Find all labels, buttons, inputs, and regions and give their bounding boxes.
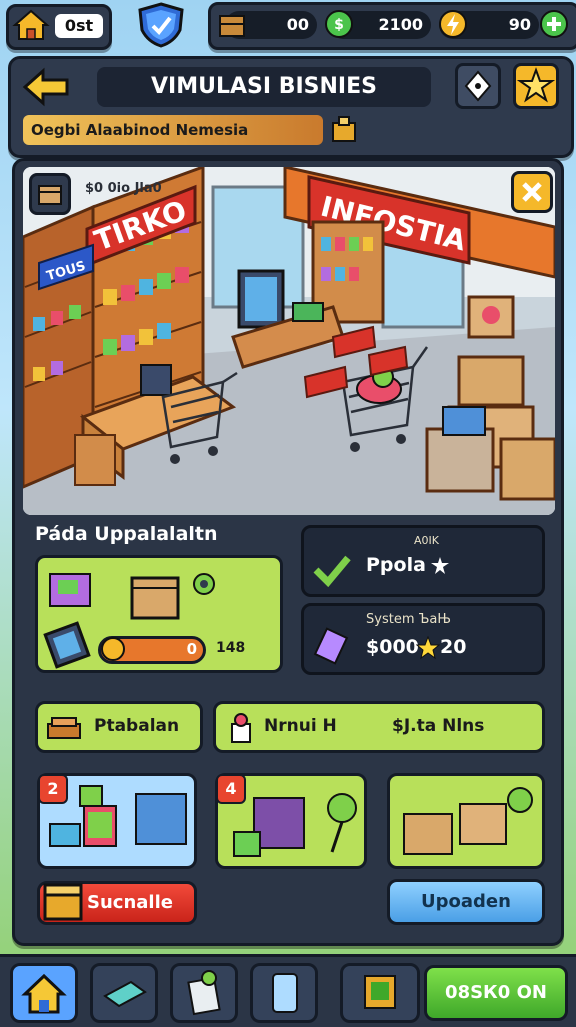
gold-star-icon: [416, 636, 440, 660]
scene-top-label: $0 0io Jla0: [85, 181, 162, 196]
tab-left-label: Ptabalan: [94, 716, 180, 736]
main-panel: TIRKO TOUS INFOSTIA $0 0io Jla0 Páda Upp…: [12, 158, 564, 946]
shield-icon[interactable]: [136, 2, 186, 48]
page-title: VIMULASI BISNIES: [97, 67, 431, 107]
item-card-3[interactable]: [387, 773, 545, 869]
hint-button[interactable]: [455, 63, 501, 109]
store-scene: TIRKO TOUS INFOSTIA $0 0io Jla0: [23, 167, 555, 515]
product-box-icon: [49, 573, 91, 607]
item-card-2[interactable]: 4: [215, 773, 367, 869]
subtitle-banner: Oegbi Alaabinod Nemesia: [23, 115, 323, 145]
system-card: System ЪaЊ $000 20: [301, 603, 545, 675]
check-icon: [313, 555, 351, 588]
cta-button[interactable]: 08SК0 ON: [424, 965, 568, 1021]
store-illustration: TIRKO TOUS INFOSTIA: [23, 167, 555, 515]
progress-value: 0: [186, 640, 197, 658]
box-icon: [38, 185, 62, 205]
add-resource-button[interactable]: [539, 9, 569, 39]
diamond-icon: [464, 70, 492, 102]
resource-cash-value: 2100: [378, 15, 423, 34]
coin-bag-icon: [332, 116, 356, 142]
energy-icon: [439, 10, 467, 38]
tab-left[interactable]: Ptabalan: [35, 701, 203, 753]
close-button[interactable]: [511, 171, 553, 213]
clipboard-icon: [187, 970, 221, 1016]
home-chip[interactable]: 0st: [6, 4, 112, 50]
resource-energy-value: 90: [508, 15, 531, 34]
tab-right-value: $J.ta Nlns: [392, 716, 485, 736]
system-value: $000: [366, 636, 419, 658]
status-label: A0IK: [414, 534, 439, 547]
upgrade-button[interactable]: Upoaden: [387, 879, 545, 925]
inventory-button[interactable]: [29, 173, 71, 215]
upgrade-heading: Páda Uppalalaltn: [35, 523, 218, 545]
crate-icon: [219, 15, 245, 37]
coin-box-icon: [364, 975, 396, 1009]
status-card: A0IK Ppola: [301, 525, 545, 597]
shipping-box-icon: [130, 576, 180, 620]
nav-phone[interactable]: [250, 963, 318, 1023]
star-icon: [516, 67, 556, 103]
home-value: 0st: [55, 14, 103, 38]
svg-text:$: $: [334, 17, 344, 33]
phone-icon: [272, 973, 298, 1013]
nav-home[interactable]: [10, 963, 78, 1023]
cash-icon: $: [325, 10, 353, 38]
nav-shop[interactable]: [90, 963, 158, 1023]
title-bar: VIMULASI BISNIES Oegbi Alaabinod Nemesia: [8, 56, 574, 158]
chest-icon: [43, 883, 83, 921]
item-card-1[interactable]: 2: [37, 773, 197, 869]
worker-icon: [231, 713, 251, 743]
gear-icon: [193, 573, 215, 595]
bottom-nav: 08SК0 ON: [0, 954, 576, 1027]
sun-icon: [101, 637, 125, 661]
tab-right[interactable]: Nrnui H $J.ta Nlns: [213, 701, 545, 753]
bundle-icon: [49, 785, 187, 847]
tab-right-label: Nrnui H: [264, 716, 337, 736]
gem-icon: [313, 627, 349, 665]
cash-stack-icon: [103, 980, 147, 1008]
resource-crate-value: 00: [286, 15, 309, 34]
home-icon: [12, 9, 50, 40]
system-label: System ЪaЊ: [366, 612, 451, 627]
star-badge-button[interactable]: [513, 63, 559, 109]
resource-bar: 00 2100 $ 90: [208, 2, 576, 50]
top-bar: 0st 00 2100 $ 90: [0, 0, 576, 50]
nav-tasks[interactable]: [170, 963, 238, 1023]
boxes-icon: [403, 787, 533, 855]
system-count: 20: [440, 636, 467, 658]
book-icon: [47, 717, 81, 739]
star-small-icon: [431, 557, 449, 574]
progress-extra: 148: [216, 640, 246, 656]
home-nav-icon: [21, 973, 67, 1014]
crate-bundle-icon: [233, 793, 357, 857]
upgrade-panel[interactable]: 0 148: [35, 555, 283, 673]
status-value: Ppola: [366, 554, 426, 576]
close-icon: [522, 182, 542, 202]
nav-reward[interactable]: [340, 963, 420, 1023]
back-arrow-icon[interactable]: [21, 67, 73, 107]
tablet-icon: [43, 621, 91, 669]
